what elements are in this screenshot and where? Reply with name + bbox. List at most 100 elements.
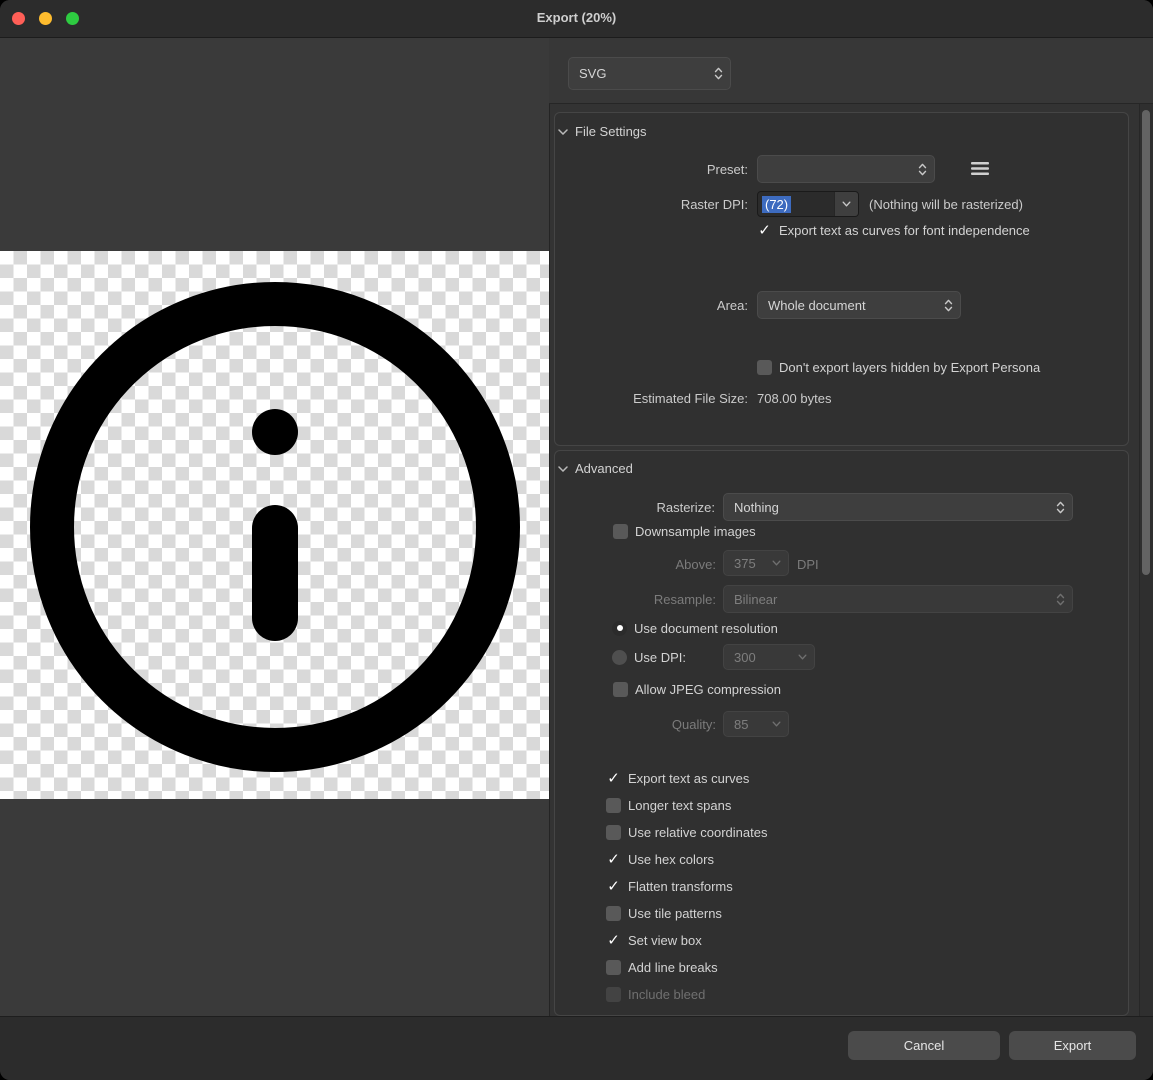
updown-chevron-icon [714, 67, 723, 80]
quality-label: Quality: [596, 717, 716, 732]
checkbox-label: Flatten transforms [628, 879, 733, 894]
checkbox-label: Add line breaks [628, 960, 718, 975]
checkbox-label: Export text as curves for font independe… [779, 223, 1030, 238]
preset-dropdown[interactable] [757, 155, 935, 183]
checkbox-icon: ✓ [606, 771, 621, 786]
chevron-down-icon [558, 129, 568, 135]
rasterize-value: Nothing [734, 500, 1056, 515]
export-button[interactable]: Export [1009, 1031, 1136, 1060]
export-dialog: Export (20%) SVG File Settings Preset: [0, 0, 1153, 1080]
checkbox-icon [606, 825, 621, 840]
estimated-size-value: 708.00 bytes [757, 391, 831, 406]
format-dropdown[interactable]: SVG [568, 57, 731, 90]
checkbox-icon [613, 524, 628, 539]
advanced-header[interactable]: Advanced [558, 461, 633, 476]
radio-icon [612, 650, 627, 665]
updown-chevron-icon [918, 163, 927, 176]
info-icon-artwork [0, 251, 549, 799]
quality-dropdown: 85 [723, 711, 789, 737]
checkbox-use-relative-coordinates[interactable]: Use relative coordinates [606, 824, 767, 840]
radio-label: Use DPI: [634, 650, 686, 665]
resample-dropdown: Bilinear [723, 585, 1073, 613]
scrollbar-thumb[interactable] [1142, 110, 1150, 575]
above-label: Above: [596, 557, 716, 572]
use-dpi-value: 300 [734, 650, 798, 665]
chevron-down-icon [772, 721, 781, 727]
resample-value: Bilinear [734, 592, 1056, 607]
updown-chevron-icon [1056, 593, 1065, 606]
radio-icon [612, 621, 627, 636]
above-dpi-value: 375 [734, 556, 772, 571]
above-dpi-dropdown: 375 [723, 550, 789, 576]
file-settings-title: File Settings [575, 124, 647, 139]
dialog-footer: Cancel Export [0, 1016, 1153, 1080]
checkbox-label: Downsample images [635, 524, 756, 539]
checkbox-label: Don't export layers hidden by Export Per… [779, 360, 1040, 375]
file-settings-header[interactable]: File Settings [558, 124, 647, 139]
updown-chevron-icon [1056, 501, 1065, 514]
checkbox-export-text-curves-font[interactable]: ✓ Export text as curves for font indepen… [757, 222, 1030, 238]
checkbox-label: Set view box [628, 933, 702, 948]
chevron-down-icon [558, 466, 568, 472]
updown-chevron-icon [944, 299, 953, 312]
checkbox-icon: ✓ [606, 879, 621, 894]
checkbox-label: Include bleed [628, 987, 705, 1002]
chevron-down-icon [834, 192, 858, 216]
radio-use-dpi[interactable]: Use DPI: [612, 649, 686, 665]
checkbox-label: Use hex colors [628, 852, 714, 867]
raster-dpi-input: (72) [758, 192, 834, 216]
checkbox-downsample-images[interactable]: Downsample images [613, 523, 756, 539]
checkbox-label: Longer text spans [628, 798, 731, 813]
hamburger-icon [971, 162, 989, 175]
checkbox-use-hex-colors[interactable]: ✓ Use hex colors [606, 851, 714, 867]
checkbox-label: Export text as curves [628, 771, 749, 786]
checkbox-icon: ✓ [606, 852, 621, 867]
above-dpi-unit: DPI [797, 557, 819, 572]
preview-pane [0, 38, 549, 1016]
radio-use-document-resolution[interactable]: Use document resolution [612, 620, 778, 636]
preset-menu-button[interactable] [971, 162, 989, 180]
cancel-button[interactable]: Cancel [848, 1031, 1000, 1060]
checkbox-label: Allow JPEG compression [635, 682, 781, 697]
rasterize-label: Rasterize: [560, 500, 715, 515]
checkbox-dont-export-hidden[interactable]: Don't export layers hidden by Export Per… [757, 359, 1040, 375]
estimated-size-label: Estimated File Size: [560, 391, 748, 406]
quality-value: 85 [734, 717, 772, 732]
use-dpi-dropdown: 300 [723, 644, 815, 670]
checkbox-icon [613, 682, 628, 697]
area-dropdown[interactable]: Whole document [757, 291, 961, 319]
checkbox-allow-jpeg[interactable]: Allow JPEG compression [613, 681, 781, 697]
format-value: SVG [579, 66, 714, 81]
transparency-checkerboard [0, 251, 549, 799]
resample-label: Resample: [596, 592, 716, 607]
window-title: Export (20%) [0, 10, 1153, 25]
raster-dpi-selected-text: (72) [762, 196, 791, 213]
checkbox-icon [606, 987, 621, 1002]
chevron-down-icon [798, 654, 807, 660]
chevron-down-icon [772, 560, 781, 566]
checkbox-icon [606, 798, 621, 813]
raster-dpi-note: (Nothing will be rasterized) [869, 197, 1023, 212]
checkbox-add-line-breaks[interactable]: Add line breaks [606, 959, 718, 975]
checkbox-set-view-box[interactable]: ✓ Set view box [606, 932, 702, 948]
checkbox-label: Use tile patterns [628, 906, 722, 921]
checkbox-icon: ✓ [757, 223, 772, 238]
checkbox-icon [757, 360, 772, 375]
radio-label: Use document resolution [634, 621, 778, 636]
checkbox-export-text-as-curves[interactable]: ✓ Export text as curves [606, 770, 749, 786]
checkbox-icon [606, 906, 621, 921]
checkbox-longer-text-spans[interactable]: Longer text spans [606, 797, 731, 813]
preset-label: Preset: [628, 162, 748, 177]
raster-dpi-combo[interactable]: (72) [757, 191, 859, 217]
rasterize-dropdown[interactable]: Nothing [723, 493, 1073, 521]
area-value: Whole document [768, 298, 944, 313]
checkbox-icon [606, 960, 621, 975]
checkbox-include-bleed: Include bleed [606, 986, 705, 1002]
advanced-title: Advanced [575, 461, 633, 476]
checkbox-icon: ✓ [606, 933, 621, 948]
checkbox-label: Use relative coordinates [628, 825, 767, 840]
titlebar: Export (20%) [0, 0, 1153, 38]
checkbox-use-tile-patterns[interactable]: Use tile patterns [606, 905, 722, 921]
checkbox-flatten-transforms[interactable]: ✓ Flatten transforms [606, 878, 733, 894]
raster-dpi-label: Raster DPI: [628, 197, 748, 212]
